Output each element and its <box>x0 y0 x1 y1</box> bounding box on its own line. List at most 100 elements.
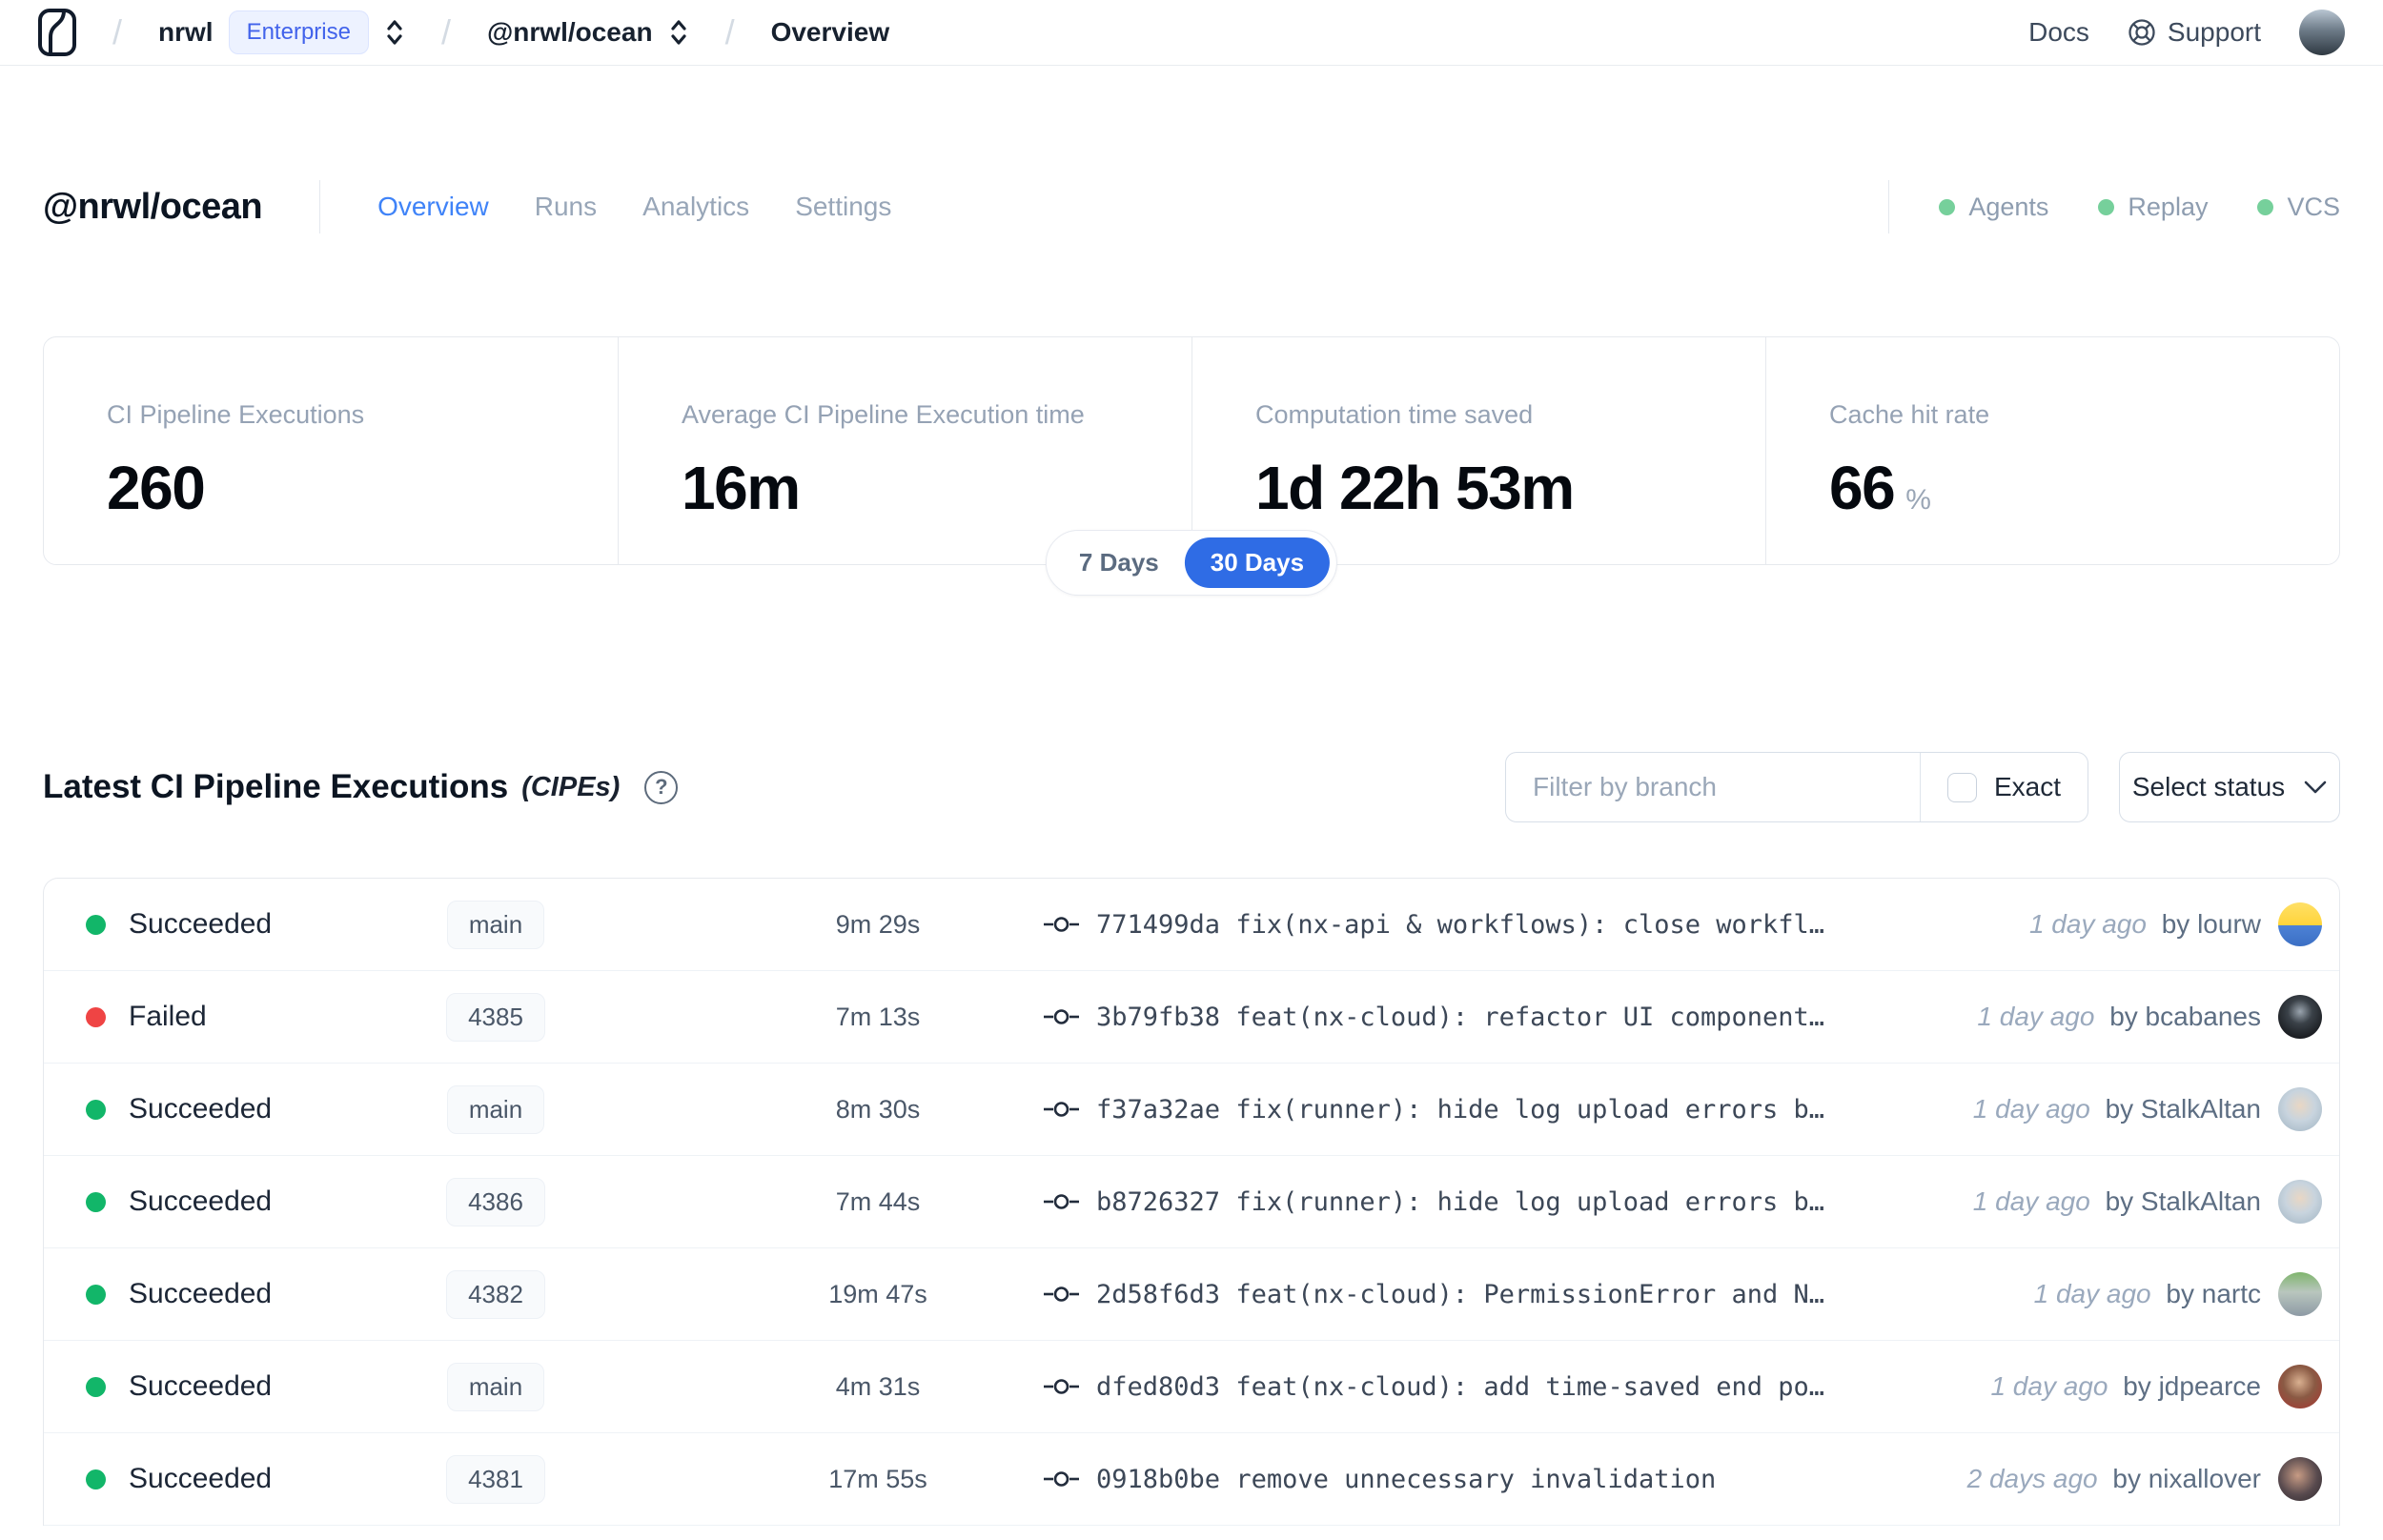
stat-ci-pipeline-executions: CI Pipeline Executions 260 <box>107 400 365 522</box>
workspace-tabs: Overview Runs Analytics Settings <box>377 192 891 222</box>
run-status-dot <box>86 1469 106 1489</box>
author: by nartc <box>2158 1279 2261 1308</box>
breadcrumb-page: Overview <box>770 17 890 47</box>
exact-label: Exact <box>1993 772 2061 801</box>
time-ago: 1 day ago <box>1972 1094 2090 1124</box>
page-title: @nrwl/ocean <box>43 186 263 227</box>
org-name: nrwl <box>158 17 214 47</box>
cipe-row[interactable]: Succeeded main 8m 30s f37a32ae fix(runne… <box>44 1064 2339 1156</box>
branch-badge: 4381 <box>446 1454 545 1504</box>
chevron-updown-icon[interactable] <box>668 16 689 49</box>
select-status-dropdown[interactable]: Select status <box>2119 752 2340 822</box>
divider <box>319 180 321 233</box>
org-switcher[interactable]: nrwl Enterprise <box>158 10 405 54</box>
range-30-days[interactable]: 30 Days <box>1184 537 1331 588</box>
branch-filter-input[interactable] <box>1506 753 1920 821</box>
duration: 8m 30s <box>835 1094 921 1124</box>
git-commit-icon <box>1044 1284 1079 1305</box>
author: by StalkAltan <box>2097 1186 2261 1216</box>
branch-badge: main <box>446 900 545 949</box>
git-commit-icon <box>1044 1006 1079 1027</box>
nx-cloud-logo-icon[interactable] <box>38 9 76 56</box>
author-avatar <box>2278 902 2322 946</box>
exact-checkbox[interactable] <box>1946 772 1977 802</box>
cipe-row[interactable]: Failed 4385 7m 13s 3b79fb38 feat(nx-clou… <box>44 971 2339 1064</box>
breadcrumb-separator: / <box>112 12 123 51</box>
run-status-dot <box>86 1284 106 1305</box>
chevron-down-icon <box>2304 780 2327 793</box>
time-ago: 1 day ago <box>1990 1371 2108 1401</box>
cipe-row[interactable]: Succeeded 4381 17m 55s 0918b0be remove u… <box>44 1433 2339 1526</box>
cipe-title: Latest CI Pipeline Executions <box>43 768 509 805</box>
commit-hash: 2d58f6d3 <box>1096 1279 1221 1309</box>
support-link[interactable]: Support <box>2128 17 2261 48</box>
run-status-dot <box>86 1191 106 1212</box>
branch-filter-group: Exact <box>1505 752 2088 822</box>
time-ago: 1 day ago <box>2033 1279 2151 1308</box>
commit-message: fix(runner): hide log upload errors b… <box>1235 1094 1825 1125</box>
user-avatar[interactable] <box>2299 10 2345 55</box>
tab-overview[interactable]: Overview <box>377 192 489 222</box>
feature-agents[interactable]: Agents <box>1939 192 2048 222</box>
author-avatar <box>2278 1272 2322 1316</box>
author: by jdpearce <box>2115 1371 2261 1401</box>
author-avatar <box>2278 1180 2322 1224</box>
author-avatar <box>2278 1457 2322 1501</box>
time-ago: 1 day ago <box>1972 1186 2090 1216</box>
cipe-row[interactable]: Succeeded 4386 7m 44s b8726327 fix(runne… <box>44 1156 2339 1248</box>
tab-settings[interactable]: Settings <box>795 192 891 222</box>
tab-analytics[interactable]: Analytics <box>642 192 749 222</box>
git-commit-icon <box>1044 1469 1079 1489</box>
commit-message: feat(nx-cloud): refactor UI component… <box>1235 1002 1825 1032</box>
chevron-updown-icon[interactable] <box>384 16 405 49</box>
commit-hash: f37a32ae <box>1096 1094 1221 1125</box>
commit-message: feat(nx-cloud): add time-saved end po… <box>1235 1371 1825 1402</box>
author-avatar <box>2278 995 2322 1039</box>
range-7-days[interactable]: 7 Days <box>1053 537 1185 588</box>
duration: 7m 44s <box>835 1186 921 1216</box>
status-label: Succeeded <box>129 1185 273 1217</box>
run-status-dot <box>86 1376 106 1397</box>
commit-hash: dfed80d3 <box>1096 1371 1221 1402</box>
author: by StalkAltan <box>2097 1094 2261 1124</box>
branch-badge: 4385 <box>446 992 545 1042</box>
stat-cache-hit-rate: Cache hit rate 66% <box>1765 337 2339 564</box>
branch-badge: 4382 <box>446 1269 545 1319</box>
git-commit-icon <box>1044 914 1079 935</box>
tab-runs[interactable]: Runs <box>535 192 597 222</box>
author-avatar <box>2278 1365 2322 1408</box>
commit-message: fix(runner): hide log upload errors b… <box>1235 1186 1825 1217</box>
help-icon[interactable]: ? <box>644 770 679 804</box>
status-dot-icon <box>2257 198 2274 215</box>
git-commit-icon <box>1044 1099 1079 1120</box>
commit-message: feat(nx-cloud): PermissionError and N… <box>1235 1279 1825 1309</box>
commit-hash: 3b79fb38 <box>1096 1002 1221 1032</box>
lifebuoy-icon <box>2128 19 2155 46</box>
run-status-dot <box>86 914 106 935</box>
author: by bcabanes <box>2102 1002 2261 1031</box>
git-commit-icon <box>1044 1376 1079 1397</box>
top-navbar: / nrwl Enterprise / @nrwl/ocean / Overvi… <box>0 0 2383 66</box>
cipe-row[interactable]: Succeeded main 9m 29s 771499da fix(nx-ap… <box>44 879 2339 971</box>
workspace-name: @nrwl/ocean <box>486 17 653 47</box>
time-range-toggle: 7 Days 30 Days <box>1045 530 1338 596</box>
status-label: Succeeded <box>129 1370 273 1402</box>
cipe-row[interactable]: Succeeded 4382 19m 47s 2d58f6d3 feat(nx-… <box>44 1248 2339 1341</box>
duration: 9m 29s <box>835 909 921 939</box>
workspace-switcher[interactable]: @nrwl/ocean <box>487 16 689 49</box>
run-status-dot <box>86 1006 106 1027</box>
commit-hash: 0918b0be <box>1096 1464 1221 1494</box>
author: by nixallover <box>2105 1464 2261 1493</box>
run-status-dot <box>86 1099 106 1120</box>
feature-vcs[interactable]: VCS <box>2257 192 2340 222</box>
support-label: Support <box>2167 17 2261 47</box>
docs-link[interactable]: Docs <box>2028 17 2089 48</box>
commit-hash: b8726327 <box>1096 1186 1221 1217</box>
feature-replay[interactable]: Replay <box>2098 192 2208 222</box>
status-dot-icon <box>2098 198 2115 215</box>
status-label: Succeeded <box>129 1093 273 1125</box>
enterprise-badge: Enterprise <box>228 10 369 54</box>
cipe-table: Succeeded main 9m 29s 771499da fix(nx-ap… <box>43 878 2340 1526</box>
cipe-row[interactable]: Succeeded main 4m 31s dfed80d3 feat(nx-c… <box>44 1341 2339 1433</box>
git-commit-icon <box>1044 1191 1079 1212</box>
